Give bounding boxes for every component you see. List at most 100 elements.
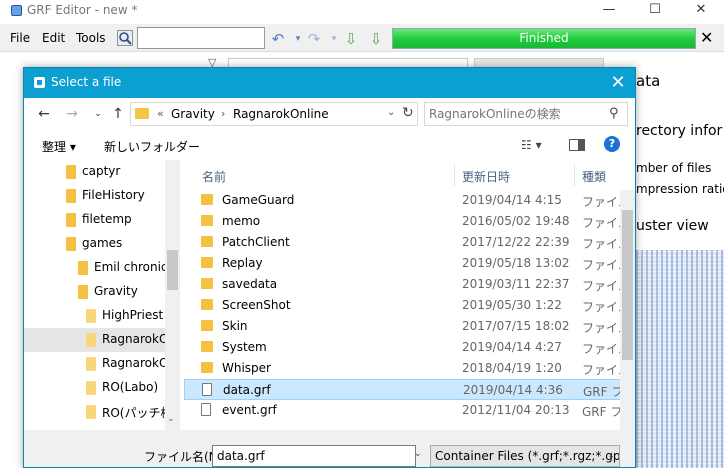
file-row[interactable]: savedata 2019/03/11 22:37 ファイル <box>184 274 624 295</box>
command-bar: 整理 ▾ 新しいフォルダー ☷ ▾ ? <box>24 130 635 160</box>
filetype-select[interactable]: Container Files (*.grf;*.rgz;*.gpf;* ⌄ <box>430 445 620 467</box>
file-type: ファイル <box>582 363 624 377</box>
file-name: Replay <box>222 256 263 270</box>
save-icon[interactable]: ⇩ <box>366 29 386 49</box>
folder-icon <box>201 236 213 247</box>
dialog-title: Select a file <box>51 75 122 89</box>
up-arrow-icon[interactable]: ↑ <box>110 106 126 122</box>
folder-icon <box>86 357 96 371</box>
address-overflow[interactable]: « <box>157 107 164 120</box>
redo-icon[interactable]: ↷ <box>304 29 324 49</box>
dialog-search-input[interactable] <box>429 105 605 123</box>
file-row[interactable]: Replay 2019/05/18 13:02 ファイル <box>184 253 624 274</box>
folder-icon <box>86 405 96 419</box>
tree-item-label: FileHistory <box>82 188 145 202</box>
refresh-icon[interactable]: ↻ <box>402 105 414 121</box>
view-options-icon[interactable]: ☷ ▾ <box>521 138 542 152</box>
file-row[interactable]: Skin 2017/07/15 18:02 ファイル <box>184 316 624 337</box>
address-dropdown-icon[interactable]: ⌄ <box>387 107 395 118</box>
tree-item[interactable]: games <box>24 232 165 256</box>
file-row[interactable]: data.grf 2019/04/14 4:36 GRF ファ <box>184 379 625 400</box>
file-name: memo <box>222 214 261 228</box>
file-name: data.grf <box>223 383 271 397</box>
menu-file[interactable]: File <box>10 31 30 45</box>
filename-input[interactable] <box>212 445 416 467</box>
breadcrumb-gravity[interactable]: Gravity <box>171 107 215 121</box>
file-name: System <box>222 340 267 354</box>
tree-scrollbar[interactable]: ⌄ <box>165 160 179 430</box>
back-arrow-icon[interactable]: ← <box>36 106 52 122</box>
folder-icon <box>135 108 149 119</box>
minimize-button[interactable]: — <box>586 0 632 22</box>
tree-item[interactable]: RO(Labo) <box>24 376 165 400</box>
file-row[interactable]: Whisper 2018/04/19 1:20 ファイル <box>184 358 624 379</box>
sort-caret-icon: ⌃ <box>321 160 329 167</box>
file-name: event.grf <box>222 403 277 417</box>
breadcrumb-ragnarokonline[interactable]: RagnarokOnline <box>233 107 329 121</box>
recent-dropdown-icon[interactable]: ⌄ <box>90 106 106 122</box>
folder-icon <box>201 299 213 310</box>
dialog-close-button[interactable]: ✕ <box>608 73 628 93</box>
file-date: 2016/05/02 19:48 <box>462 214 570 228</box>
tree-item[interactable]: RO(パッチ検証 <box>24 400 179 424</box>
list-scrollbar[interactable] <box>620 190 635 430</box>
chevron-down-icon[interactable]: ⌄ <box>167 414 175 424</box>
column-divider[interactable] <box>574 164 575 186</box>
tree-item[interactable]: HighPriest <box>24 304 165 328</box>
file-row[interactable]: ScreenShot 2019/05/30 1:22 ファイル <box>184 295 624 316</box>
file-row[interactable]: GameGuard 2019/04/14 4:15 ファイル <box>184 190 624 211</box>
file-row[interactable]: memo 2016/05/02 19:48 ファイル <box>184 211 624 232</box>
column-divider[interactable] <box>454 164 455 186</box>
cluster-view-map <box>636 250 724 468</box>
file-name: PatchClient <box>222 235 290 249</box>
close-icon[interactable]: ✕ <box>700 30 716 46</box>
tree-item[interactable]: Emil chronicle <box>24 256 178 280</box>
tree-item-label: games <box>82 236 123 250</box>
column-name[interactable]: 名前 <box>202 160 226 190</box>
column-type[interactable]: 種類 <box>582 160 606 190</box>
forward-arrow-icon[interactable]: → <box>64 106 80 122</box>
maximize-button[interactable]: ☐ <box>632 0 678 22</box>
menu-tools[interactable]: Tools <box>76 31 106 45</box>
toolbar-search-input[interactable] <box>137 27 265 49</box>
file-row[interactable]: event.grf 2012/11/04 20:13 GRF ファ <box>184 400 624 421</box>
search-icon[interactable] <box>117 30 133 46</box>
preview-pane-icon[interactable] <box>569 139 585 151</box>
file-row[interactable]: PatchClient 2017/12/22 22:39 ファイル <box>184 232 624 253</box>
progress-bar: Finished <box>392 28 696 49</box>
help-icon[interactable]: ? <box>604 136 620 152</box>
undo-icon[interactable]: ↶ <box>268 29 288 49</box>
folder-icon <box>86 333 96 347</box>
tree-item[interactable]: filetemp <box>24 208 165 232</box>
file-list: 名前 ⌃ 更新日時 種類 GameGuard 2019/04/14 4:15 ファイ… <box>184 160 635 430</box>
folder-icon <box>201 278 213 289</box>
file-type: ファイル <box>582 258 624 272</box>
file-type: ファイル <box>582 300 624 314</box>
menu-edit[interactable]: Edit <box>42 31 65 45</box>
magnifier-icon[interactable]: ⚲ <box>609 106 619 121</box>
tree-item[interactable]: Gravity <box>24 280 165 304</box>
dialog-footer: ファイル名(N): ⌄ Container Files (*.grf;*.rgz… <box>24 430 635 467</box>
dialog-search-box[interactable]: ⚲ <box>424 102 628 126</box>
tree-item[interactable]: RagnarokOnline <box>24 352 179 376</box>
tree-item-label: HighPriest <box>102 308 164 322</box>
tree-item[interactable]: captyr <box>24 160 165 184</box>
folder-icon <box>66 165 76 179</box>
organize-button[interactable]: 整理 ▾ <box>42 138 76 155</box>
tree-scrollbar-thumb[interactable] <box>167 250 178 290</box>
file-icon <box>201 403 211 416</box>
close-button[interactable]: ✕ <box>678 0 724 22</box>
column-date[interactable]: 更新日時 <box>462 160 510 190</box>
file-date: 2017/07/15 18:02 <box>462 319 570 333</box>
filename-dropdown-icon[interactable]: ⌄ <box>414 449 422 459</box>
info-line-files: mber of files <box>636 161 712 175</box>
tree-item[interactable]: FileHistory <box>24 184 165 208</box>
folder-icon <box>201 320 213 331</box>
chevron-down-icon[interactable]: ⌄ <box>607 446 615 466</box>
file-row[interactable]: System 2019/04/14 4:27 ファイル <box>184 337 624 358</box>
list-scrollbar-thumb[interactable] <box>622 210 633 360</box>
new-folder-button[interactable]: 新しいフォルダー <box>104 138 200 155</box>
tree-item[interactable]: RagnarokOnline <box>24 328 179 352</box>
extract-icon[interactable]: ⇩ <box>341 29 361 49</box>
address-bar[interactable]: « Gravity › RagnarokOnline ⌄ ↻ <box>130 102 418 126</box>
